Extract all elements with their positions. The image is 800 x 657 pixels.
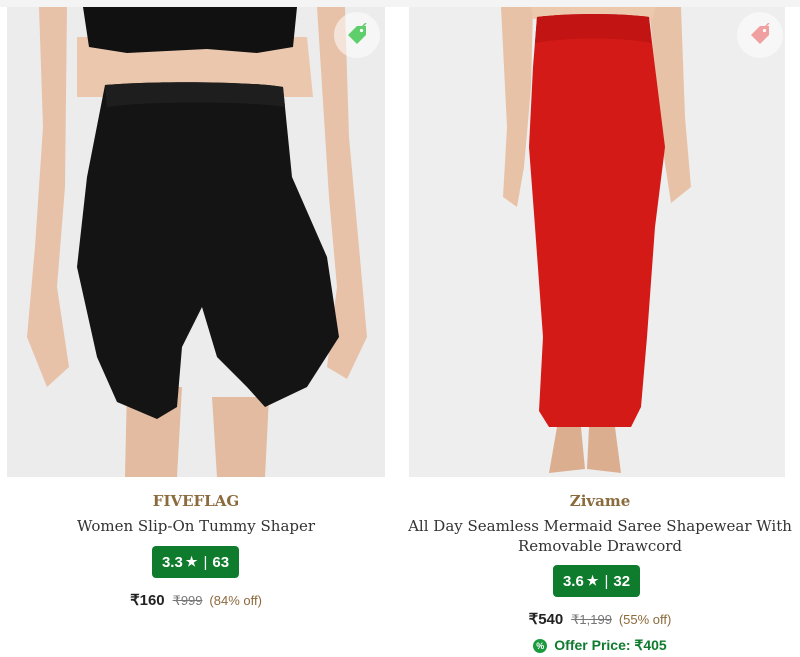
top-strip xyxy=(0,0,800,7)
black-shapewear-shorts-image xyxy=(7,7,385,477)
price-tag-button[interactable] xyxy=(737,12,783,58)
offer-price-row: % Offer Price: ₹405 xyxy=(400,637,800,654)
pink-price-tag-icon xyxy=(751,23,770,44)
price-tag-button[interactable] xyxy=(334,12,380,58)
rating-separator: | xyxy=(604,572,609,590)
discount-percent: (55% off) xyxy=(618,612,672,627)
product-title[interactable]: Women Slip-On Tummy Shaper xyxy=(0,516,392,536)
brand-name: FIVEFLAG xyxy=(152,492,240,510)
star-icon: ★ xyxy=(586,573,599,588)
percent-badge-icon: % xyxy=(533,638,548,653)
brand-name: Zivame xyxy=(569,492,631,510)
product-image[interactable] xyxy=(7,7,385,477)
rating-separator: | xyxy=(203,553,208,571)
product-title[interactable]: All Day Seamless Mermaid Saree Shapewear… xyxy=(400,516,800,556)
rating-value: 3.3 xyxy=(161,553,183,571)
discount-percent: (84% off) xyxy=(209,593,262,608)
red-saree-shapewear-image xyxy=(409,7,785,477)
mrp-price: ₹999 xyxy=(172,593,203,608)
rating-badge: 3.6 ★ | 32 xyxy=(553,565,640,597)
rating-count: 32 xyxy=(613,572,631,590)
mrp-price: ₹1,199 xyxy=(571,612,612,627)
selling-price: ₹160 xyxy=(130,592,165,609)
rating-value: 3.6 xyxy=(562,572,584,590)
price-row: ₹540 ₹1,199 (55% off) xyxy=(400,610,800,628)
star-icon: ★ xyxy=(185,554,198,569)
rating-count: 63 xyxy=(212,553,230,571)
green-price-tag-icon xyxy=(348,23,367,44)
rating-badge: 3.3 ★ | 63 xyxy=(152,546,239,578)
price-row: ₹160 ₹999 (84% off) xyxy=(0,591,392,609)
product-image[interactable] xyxy=(409,7,785,477)
offer-price-label: Offer Price: ₹405 xyxy=(554,637,667,653)
selling-price: ₹540 xyxy=(528,611,564,628)
